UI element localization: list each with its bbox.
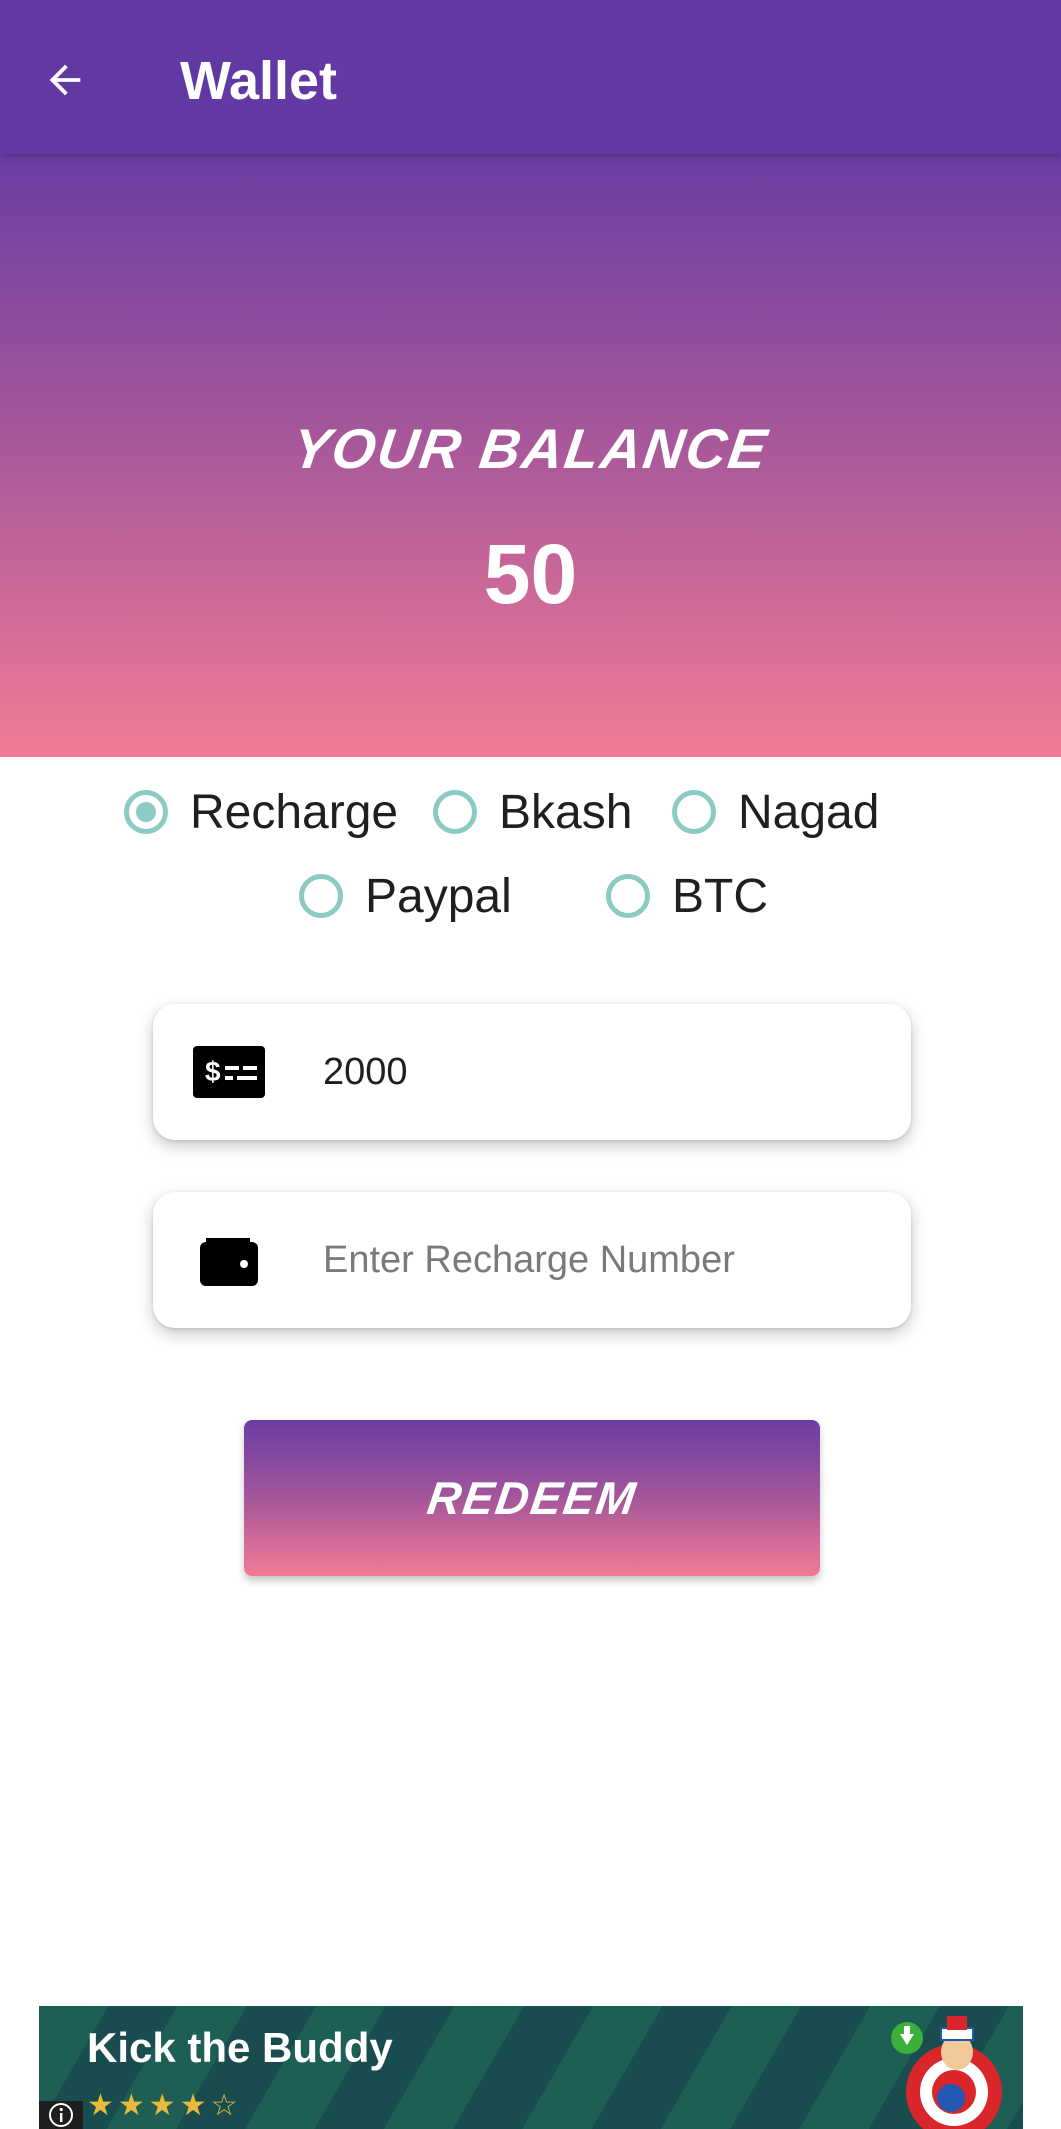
ad-rating-stars: ★★★★☆ <box>87 2089 242 2122</box>
redeem-button[interactable]: REDEEM <box>244 1420 820 1576</box>
radio-label: Nagad <box>738 785 880 839</box>
radio-unchecked-icon <box>672 790 716 834</box>
redeem-button-label: REDEEM <box>423 1472 641 1524</box>
game-character-icon <box>891 2016 1002 2129</box>
ad-title: Kick the Buddy <box>87 2024 393 2071</box>
radio-label: Bkash <box>499 785 633 839</box>
radio-checked-icon <box>124 790 168 834</box>
radio-label: Paypal <box>365 869 512 923</box>
page-title: Wallet <box>180 51 338 111</box>
radio-bkash[interactable]: Bkash <box>433 782 632 842</box>
recharge-number-input[interactable] <box>323 1226 863 1294</box>
radio-label: Recharge <box>190 785 399 839</box>
amount-input[interactable] <box>323 1038 863 1106</box>
svg-text:$: $ <box>205 1056 221 1087</box>
radio-recharge[interactable]: Recharge <box>124 782 398 842</box>
wallet-icon <box>193 1230 265 1290</box>
balance-value: 50 <box>483 527 578 621</box>
radio-paypal[interactable]: Paypal <box>299 866 512 926</box>
ad-banner[interactable]: Kick the Buddy ★★★★☆ <box>39 2006 1023 2129</box>
radio-label: BTC <box>672 869 768 923</box>
radio-unchecked-icon <box>299 874 343 918</box>
balance-label: YOUR BALANCE <box>288 417 773 480</box>
radio-unchecked-icon <box>606 874 650 918</box>
recharge-number-field[interactable] <box>153 1192 911 1328</box>
app-bar: Wallet <box>0 0 1061 154</box>
ad-info-icon[interactable] <box>39 2101 83 2129</box>
back-button[interactable] <box>30 45 100 115</box>
money-bill-icon: $ <box>193 1042 265 1102</box>
radio-btc[interactable]: BTC <box>606 866 768 926</box>
arrow-left-icon <box>49 64 81 96</box>
radio-unchecked-icon <box>433 790 477 834</box>
amount-field[interactable]: $ <box>153 1004 911 1140</box>
radio-nagad[interactable]: Nagad <box>672 782 879 842</box>
